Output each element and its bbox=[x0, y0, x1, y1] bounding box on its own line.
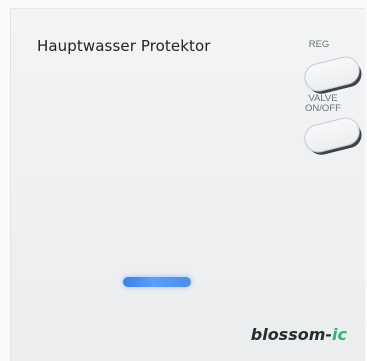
device-title: Hauptwasser Protektor bbox=[37, 37, 211, 55]
reg-button-label: REG bbox=[308, 39, 330, 50]
valve-label-line2: ON/OFF bbox=[305, 103, 341, 114]
brand-logo-accent: ic bbox=[332, 325, 347, 344]
valve-button-label: VALVE ON/OFF bbox=[294, 94, 352, 114]
device-panel bbox=[10, 8, 365, 361]
brand-logo-main: blossom- bbox=[250, 325, 333, 344]
brand-logo: blossom-ic bbox=[251, 325, 347, 344]
status-led-indicator bbox=[123, 277, 191, 287]
device-frame: Hauptwasser Protektor REG VALVE ON/OFF b… bbox=[0, 0, 367, 361]
